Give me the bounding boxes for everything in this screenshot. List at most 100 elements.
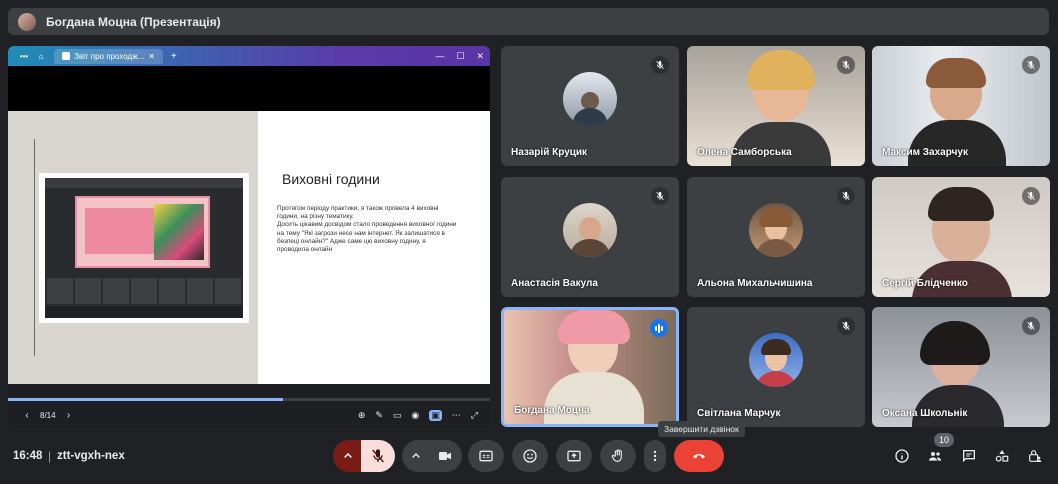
mic-off-icon: [837, 56, 855, 74]
end-call-button[interactable]: [674, 440, 724, 472]
captions-icon[interactable]: ▭: [393, 410, 402, 421]
mic-off-icon: [1022, 187, 1040, 205]
next-slide-button[interactable]: ›: [62, 410, 76, 421]
maximize-icon: ☐: [456, 50, 465, 61]
slide-heading: Виховні години: [282, 171, 380, 187]
participant-avatar: [563, 72, 617, 126]
activities-button[interactable]: [990, 444, 1014, 468]
mic-off-icon: [1022, 317, 1040, 335]
slide-page-counter: 8/14: [40, 410, 56, 420]
more-vert-icon: [653, 450, 657, 462]
participant-name: Богдана Моцна: [514, 405, 590, 416]
mic-off-icon: [1022, 56, 1040, 74]
meeting-code: ztt-vgxh-nex: [57, 450, 125, 462]
slide-divider: [34, 139, 35, 356]
tab-favicon-icon: [62, 52, 70, 60]
participant-avatar: [749, 203, 803, 257]
participant-tile[interactable]: Альона Михальчишина: [687, 177, 865, 297]
fullscreen-icon[interactable]: ⤢: [471, 410, 478, 421]
closed-captions-icon: [479, 450, 493, 462]
mic-off-icon: [837, 317, 855, 335]
participant-tile[interactable]: Анастасія Вакула: [501, 177, 679, 297]
presentation-area: ••• ⌂ Звіт про проходж... ✕ + — ☐ ✕ Вихо…: [8, 46, 490, 428]
participant-tile[interactable]: Світлана Марчук: [687, 307, 865, 427]
speaking-indicator-icon: [650, 319, 668, 337]
prev-slide-button[interactable]: ‹: [20, 410, 34, 421]
chevron-up-icon: [412, 452, 420, 458]
presenter-bar: Богдана Моцна (Презентація): [8, 8, 1049, 35]
new-tab-icon: +: [170, 50, 177, 62]
shared-browser-bar: ••• ⌂ Звіт про проходж... ✕ + — ☐ ✕: [8, 46, 490, 66]
camera-toggle-button[interactable]: [428, 440, 462, 472]
videocam-icon: [439, 452, 451, 460]
participant-tile[interactable]: Сергій Блідченко: [872, 177, 1050, 297]
presenter-title: Богдана Моцна (Презентація): [46, 14, 221, 29]
raise-hand-button[interactable]: [600, 440, 636, 472]
participant-avatar: [563, 203, 617, 257]
slide-right-panel: Виховні години Протягом періоду практики…: [258, 111, 490, 384]
participant-name: Анастасія Вакула: [511, 278, 598, 289]
participant-tile-active-speaker[interactable]: Богдана Моцна: [501, 307, 679, 427]
slide-left-panel: [8, 111, 258, 384]
captions-button[interactable]: [468, 440, 504, 472]
participant-tile[interactable]: Максим Захарчук: [872, 46, 1050, 166]
window-controls: — ☐ ✕: [435, 51, 484, 62]
broadcast-icon[interactable]: ◉: [411, 410, 419, 421]
present-mode-icon[interactable]: ▣: [429, 409, 442, 421]
mic-off-icon: [837, 187, 855, 205]
lock-person-icon: [1029, 450, 1042, 462]
participant-name: Максим Захарчук: [882, 147, 968, 158]
participant-name: Назарій Круцик: [511, 147, 588, 158]
hand-icon: [611, 449, 622, 462]
close-window-icon: ✕: [476, 50, 484, 61]
info-icon: [895, 449, 909, 463]
people-count-badge: 10: [934, 433, 954, 447]
host-controls-button[interactable]: [1023, 444, 1047, 468]
shapes-icon: [995, 450, 1009, 462]
participant-tile[interactable]: Оксана Школьнік: [872, 307, 1050, 427]
participant-name: Оксана Школьнік: [882, 408, 968, 419]
participant-name: Альона Михальчишина: [697, 278, 813, 289]
mic-off-icon: [651, 56, 669, 74]
chat-icon: [963, 450, 975, 463]
slide-toolbar: ⊕ ✎ ▭ ◉ ▣ ⋯ ⤢: [358, 409, 478, 421]
slide-body: Протягом періоду практики, я також прове…: [277, 205, 457, 254]
browser-menu: •••: [19, 51, 29, 61]
slide-controls: ‹ 8/14 › ⊕ ✎ ▭ ◉ ▣ ⋯ ⤢: [8, 402, 490, 428]
reactions-button[interactable]: [512, 440, 548, 472]
audio-options-button[interactable]: [333, 440, 363, 472]
tab-title: Звіт про проходж...: [74, 51, 145, 61]
meeting-time: 16:48: [13, 450, 43, 462]
presenter-avatar: [18, 12, 36, 31]
slide-progress-bar: [8, 398, 490, 401]
participant-name: Олена Самборська: [697, 147, 792, 158]
participant-name: Сергій Блідченко: [882, 278, 968, 289]
participant-tile[interactable]: Назарій Круцик: [501, 46, 679, 166]
present-screen-button[interactable]: [556, 440, 592, 472]
slide: Виховні години Протягом періоду практики…: [8, 111, 490, 384]
chat-button[interactable]: [957, 444, 981, 468]
end-call-tooltip: Завершити дзвінок: [658, 421, 745, 437]
more-options-icon[interactable]: ⋯: [452, 410, 461, 421]
chevron-up-icon: [344, 452, 352, 458]
home-icon: ⌂: [38, 51, 44, 61]
participant-tile[interactable]: Олена Самборська: [687, 46, 865, 166]
present-to-all-icon: [567, 450, 581, 462]
participant-avatar: [749, 333, 803, 387]
meeting-details-button[interactable]: [890, 444, 914, 468]
separator: |: [48, 449, 52, 463]
slide-screenshot-image: [39, 173, 249, 323]
slide-progress-fill: [8, 398, 283, 401]
mic-off-icon: [651, 187, 669, 205]
meeting-controls-bar: 16:48 | ztt-vgxh-nex: [0, 436, 1058, 476]
mic-toggle-button[interactable]: [361, 440, 395, 472]
tab-close-icon: ✕: [148, 51, 155, 61]
browser-tab: Звіт про проходж... ✕: [54, 48, 163, 64]
video-options-button[interactable]: [402, 440, 430, 472]
emoji-icon: [523, 449, 537, 463]
zoom-icon[interactable]: ⊕: [358, 410, 366, 421]
participant-name: Світлана Марчук: [697, 408, 781, 419]
people-button[interactable]: [923, 444, 947, 468]
pen-icon[interactable]: ✎: [375, 410, 383, 421]
more-options-button[interactable]: [644, 440, 666, 472]
